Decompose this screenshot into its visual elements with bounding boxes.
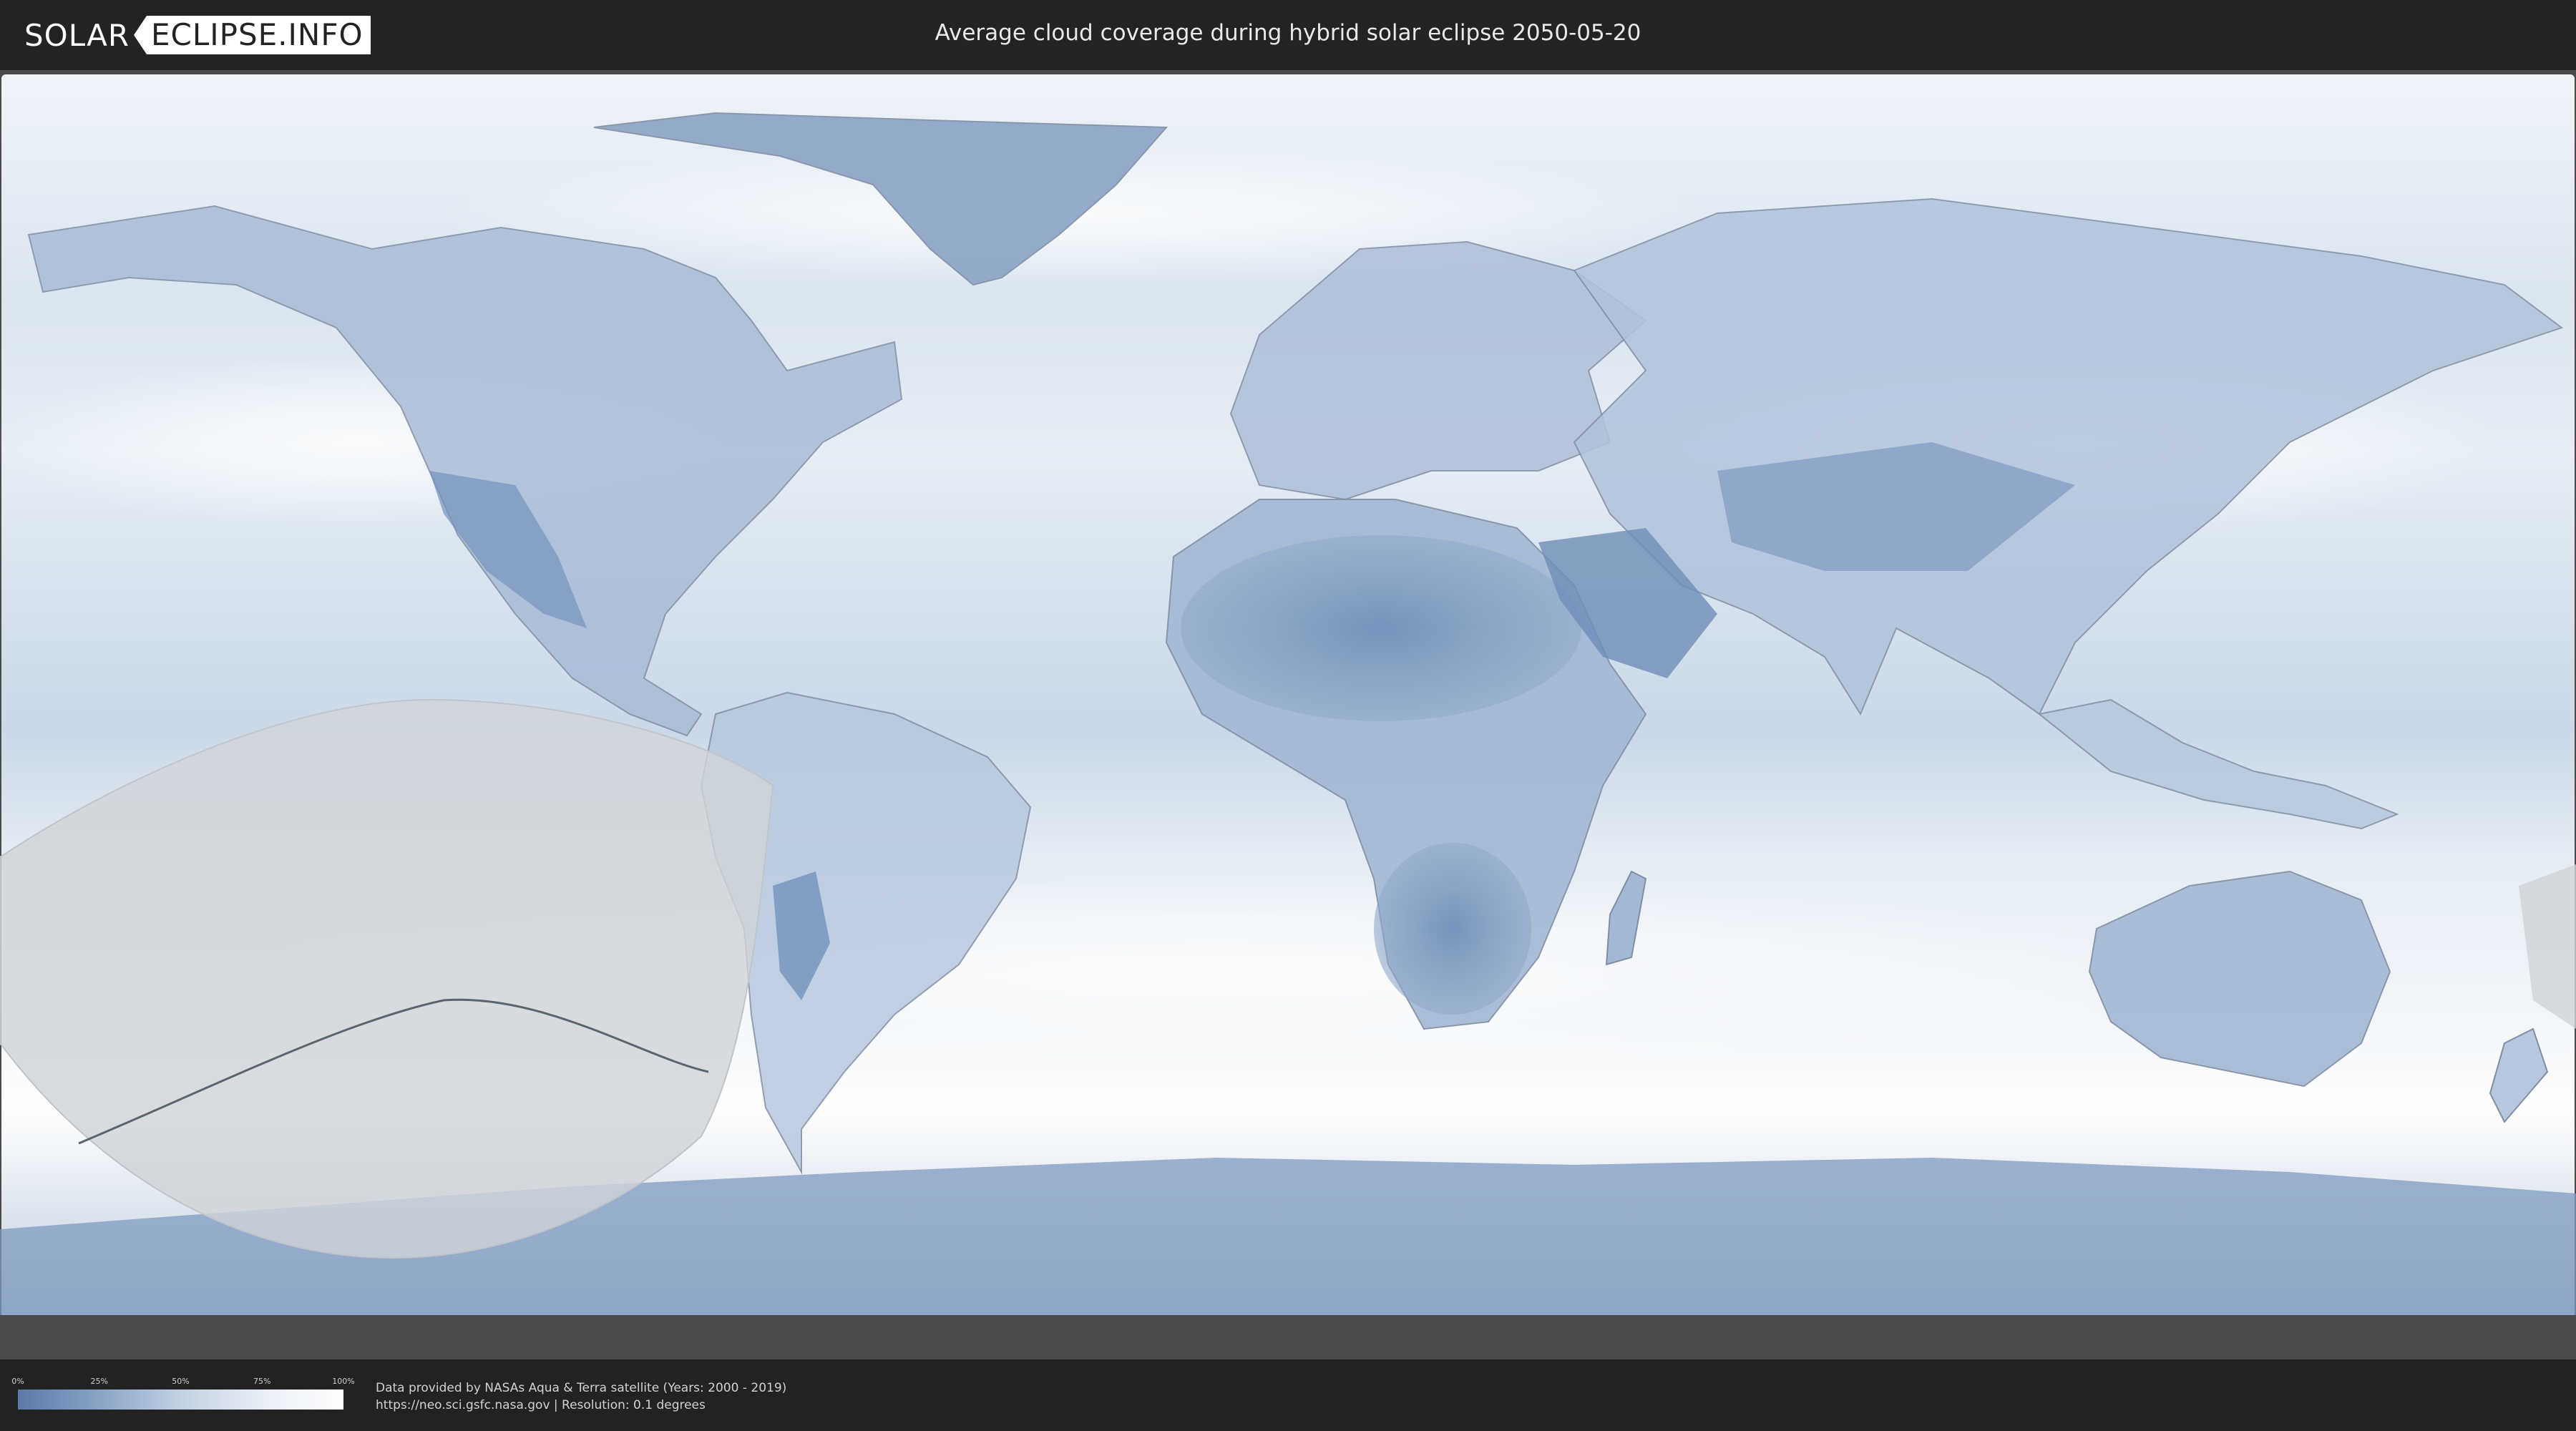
legend-ticks: 0% 25% 50% 75% 100%	[11, 1377, 354, 1388]
sahara-dry-area	[1181, 535, 1581, 721]
world-cloud-map[interactable]	[0, 70, 2576, 1359]
legend-tick-0: 0%	[11, 1377, 24, 1386]
legend-tick-100: 100%	[332, 1377, 355, 1386]
credit-line-resolution[interactable]: https://neo.sci.gsfc.nasa.gov | Resoluti…	[376, 1397, 786, 1414]
legend-tick-75: 75%	[253, 1377, 271, 1386]
data-credits: Data provided by NASAs Aqua & Terra sate…	[376, 1379, 786, 1414]
kalahari-dry-area	[1374, 843, 1531, 1015]
map-frame	[0, 70, 2576, 1359]
header-bar: SOLAR ECLIPSE.INFO Average cloud coverag…	[0, 0, 2576, 70]
map-bottom-edge	[0, 1315, 2576, 1359]
legend-tick-25: 25%	[90, 1377, 108, 1386]
page-title: Average cloud coverage during hybrid sol…	[935, 20, 1641, 46]
legend-tick-50: 50%	[172, 1377, 190, 1386]
credit-line-source: Data provided by NASAs Aqua & Terra sate…	[376, 1381, 787, 1395]
legend-color-bar	[18, 1390, 343, 1410]
cloud-coverage-legend: 0% 25% 50% 75% 100%	[11, 1377, 355, 1410]
